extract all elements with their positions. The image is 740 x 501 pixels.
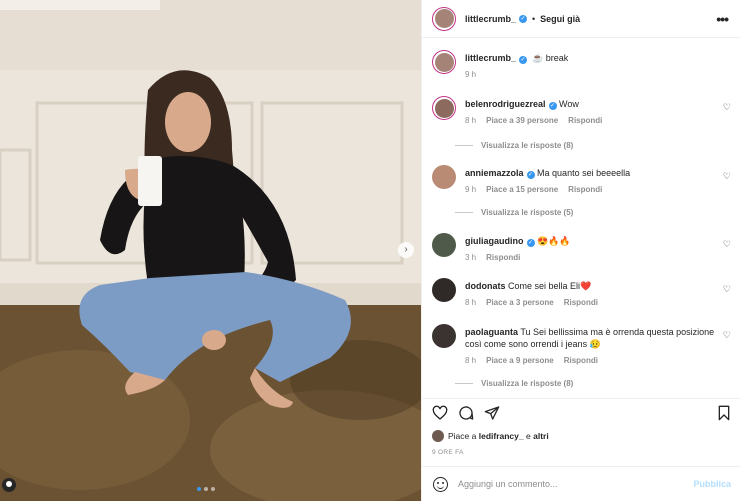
heart-icon[interactable]: ♡ xyxy=(723,330,731,341)
list-item: belenrodriguezreal ✓ Wow 8 h Piace a 39 pe… xyxy=(432,96,731,136)
bookmark-icon[interactable] xyxy=(716,405,732,421)
publish-button[interactable]: Pubblica xyxy=(693,479,731,489)
heart-icon[interactable]: ♡ xyxy=(723,102,731,113)
replies-line xyxy=(455,212,473,213)
caption-username[interactable]: littlecrumb_ xyxy=(465,53,516,63)
avatar[interactable] xyxy=(432,278,456,302)
comment-text: Ma quanto sei beeeella xyxy=(537,168,631,178)
share-icon[interactable] xyxy=(484,405,500,421)
tag-icon[interactable] xyxy=(2,478,16,492)
carousel-dot xyxy=(197,487,201,491)
comment-time: 8 h xyxy=(465,116,477,125)
replies-line xyxy=(455,145,473,146)
comment-username[interactable]: anniemazzola xyxy=(465,168,524,178)
comment-username[interactable]: dodonats xyxy=(465,281,506,291)
reply-button[interactable]: Rispondi xyxy=(564,355,598,367)
comment-time: 8 h xyxy=(465,298,477,307)
likes-summary: Piace a ledifrancy_ e altri xyxy=(432,430,549,442)
list-item: giuliagaudino ✓ 😍🔥🔥 3 h Rispondi ♡ xyxy=(432,233,731,269)
comment-text: Wow xyxy=(559,99,579,109)
emoji-icon[interactable] xyxy=(433,476,448,492)
avatar[interactable] xyxy=(432,430,444,442)
reply-button[interactable]: Rispondi xyxy=(568,115,602,127)
post-side-panel: littlecrumb_ ✓ • Segui già ••• littlecru… xyxy=(421,0,740,501)
comment-likes[interactable]: Piace a 39 persone xyxy=(486,115,558,127)
reply-button[interactable]: Rispondi xyxy=(486,252,520,264)
next-photo-button[interactable]: › xyxy=(398,242,414,258)
heart-icon[interactable]: ♡ xyxy=(723,171,731,182)
post-header: littlecrumb_ ✓ • Segui già ••• xyxy=(422,0,740,38)
comment-username[interactable]: belenrodriguezreal xyxy=(465,99,546,109)
comment-likes[interactable]: Piace a 9 persone xyxy=(486,355,554,367)
replies-line xyxy=(455,383,473,384)
comment-text: 😍🔥🔥 xyxy=(537,236,571,246)
comment-input[interactable] xyxy=(458,479,694,489)
author-username[interactable]: littlecrumb_ xyxy=(465,14,516,24)
coffee-emoji: ☕ xyxy=(532,53,544,63)
likes-others[interactable]: altri xyxy=(533,431,549,441)
avatar[interactable] xyxy=(432,233,456,257)
view-replies-button[interactable]: Visualizza le risposte (8) xyxy=(455,379,573,388)
comment-icon[interactable] xyxy=(458,405,474,421)
comment-likes[interactable]: Piace a 3 persone xyxy=(486,297,554,309)
verified-icon: ✓ xyxy=(548,102,557,110)
heart-icon[interactable]: ♡ xyxy=(723,239,731,250)
carousel-dot xyxy=(211,487,215,491)
view-replies-button[interactable]: Visualizza le risposte (8) xyxy=(455,141,573,150)
caption: littlecrumb_ ✓ ☕ break 9 h xyxy=(432,50,731,90)
carousel-dot xyxy=(204,487,208,491)
post-photo[interactable]: › xyxy=(0,0,421,501)
comment-time: 3 h xyxy=(465,253,477,262)
comment-username[interactable]: paolaguanta xyxy=(465,327,518,337)
avatar[interactable] xyxy=(432,165,456,189)
verified-icon: ✓ xyxy=(526,239,535,247)
list-item: paolaguanta Tu Sei bellissima ma è orren… xyxy=(432,324,731,372)
avatar[interactable] xyxy=(432,50,456,74)
separator: • xyxy=(532,13,536,24)
reply-button[interactable]: Rispondi xyxy=(564,297,598,309)
add-comment-bar: Pubblica xyxy=(422,466,740,501)
avatar[interactable] xyxy=(432,6,456,31)
likes-prefix: Piace a xyxy=(448,431,477,441)
comment-username[interactable]: giuliagaudino xyxy=(465,236,524,246)
photo-illustration xyxy=(0,0,421,501)
reply-button[interactable]: Rispondi xyxy=(568,184,602,196)
likes-user[interactable]: ledifrancy_ xyxy=(479,431,524,441)
avatar[interactable] xyxy=(432,96,456,120)
comments-list[interactable]: littlecrumb_ ✓ ☕ break 9 h belenrodriguez… xyxy=(422,38,740,398)
caption-time: 9 h xyxy=(465,70,477,79)
comment-likes[interactable]: Piace a 15 persone xyxy=(486,184,558,196)
follow-button[interactable]: Segui già xyxy=(540,14,580,24)
comment-time: 8 h xyxy=(465,356,477,365)
verified-icon: ✓ xyxy=(526,171,535,179)
list-item: anniemazzola ✓ Ma quanto sei beeeella 9 h… xyxy=(432,165,731,205)
action-bar xyxy=(422,398,740,428)
carousel-dots xyxy=(197,487,215,491)
more-icon[interactable]: ••• xyxy=(716,11,729,27)
verified-icon: ✓ xyxy=(519,56,528,64)
replies-label: Visualizza le risposte (8) xyxy=(481,379,574,388)
heart-icon[interactable] xyxy=(432,405,448,421)
post-timestamp[interactable]: 9 ORE FA xyxy=(432,449,464,456)
view-replies-button[interactable]: Visualizza le risposte (5) xyxy=(455,208,573,217)
avatar[interactable] xyxy=(432,324,456,348)
heart-icon[interactable]: ♡ xyxy=(723,284,731,295)
comment-time: 9 h xyxy=(465,185,477,194)
verified-icon: ✓ xyxy=(519,14,528,23)
replies-label: Visualizza le risposte (8) xyxy=(481,141,574,150)
likes-connector: e xyxy=(526,431,531,441)
comment-text: Come sei bella Eli❤️ xyxy=(508,281,592,291)
list-item: dodonats Come sei bella Eli❤️ 8 h Piace a… xyxy=(432,278,731,314)
replies-label: Visualizza le risposte (5) xyxy=(481,208,574,217)
caption-text: break xyxy=(545,53,569,63)
